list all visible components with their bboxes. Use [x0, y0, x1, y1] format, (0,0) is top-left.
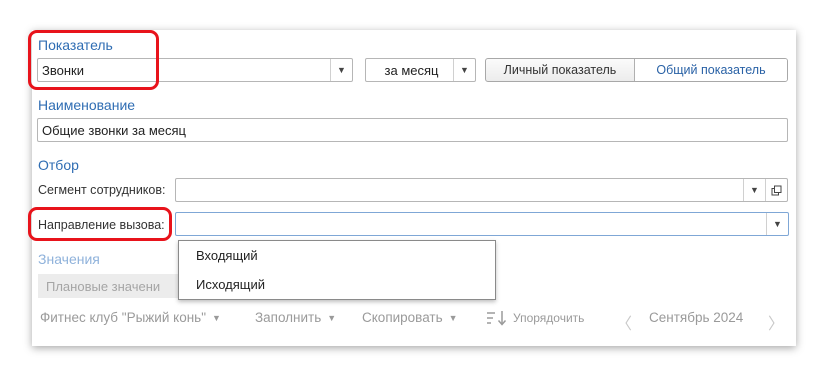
month-label: Сентябрь 2024: [649, 310, 744, 325]
next-month-icon[interactable]: 〉: [768, 310, 784, 334]
club-label: Фитнес клуб "Рыжий конь": [40, 310, 206, 325]
indicator-type-toggle: Личный показатель Общий показатель: [485, 58, 788, 82]
chevron-down-icon[interactable]: ▼: [766, 213, 788, 235]
name-value: Общие звонки за месяц: [42, 122, 187, 138]
name-input[interactable]: Общие звонки за месяц: [37, 118, 788, 142]
sort-label: Упорядочить: [513, 311, 585, 325]
segment-label: Сегмент сотрудников:: [38, 183, 166, 197]
planned-values-button[interactable]: Плановые значени: [38, 274, 178, 298]
copy-menu[interactable]: Скопировать ▼: [362, 310, 458, 325]
caret-down-icon: ▼: [448, 312, 458, 323]
values-title: Значения: [38, 251, 100, 267]
sort-icon: [486, 310, 508, 326]
direction-option-incoming[interactable]: Входящий: [179, 241, 495, 270]
name-title: Наименование: [38, 97, 136, 113]
direction-option-outgoing[interactable]: Исходящий: [179, 270, 495, 299]
direction-select[interactable]: ▼: [175, 212, 789, 236]
club-menu[interactable]: Фитнес клуб "Рыжий конь" ▼: [40, 310, 221, 325]
general-indicator-button[interactable]: Общий показатель: [634, 59, 787, 81]
direction-label: Направление вызова:: [38, 218, 165, 232]
period-select[interactable]: за месяц ▼: [365, 58, 476, 82]
fill-label: Заполнить: [255, 310, 322, 325]
chevron-down-icon[interactable]: ▼: [453, 59, 475, 81]
caret-down-icon: ▼: [327, 312, 337, 323]
fill-menu[interactable]: Заполнить ▼: [255, 310, 336, 325]
filter-title: Отбор: [38, 157, 79, 173]
direction-dropdown-list: Входящий Исходящий: [178, 240, 496, 300]
prev-month-icon[interactable]: 〈: [616, 310, 632, 334]
period-value: за месяц: [384, 62, 439, 78]
segment-select[interactable]: ▼: [175, 178, 788, 202]
indicator-select[interactable]: Звонки ▼: [37, 58, 353, 82]
indicator-value: Звонки: [42, 62, 84, 78]
personal-indicator-button[interactable]: Личный показатель: [486, 59, 634, 81]
open-icon[interactable]: [765, 179, 787, 201]
copy-label: Скопировать: [362, 310, 443, 325]
caret-down-icon: ▼: [211, 312, 221, 323]
chevron-down-icon[interactable]: ▼: [743, 179, 765, 201]
chevron-down-icon[interactable]: ▼: [330, 59, 352, 81]
indicator-title: Показатель: [38, 37, 113, 53]
sort-button[interactable]: Упорядочить: [486, 310, 584, 326]
